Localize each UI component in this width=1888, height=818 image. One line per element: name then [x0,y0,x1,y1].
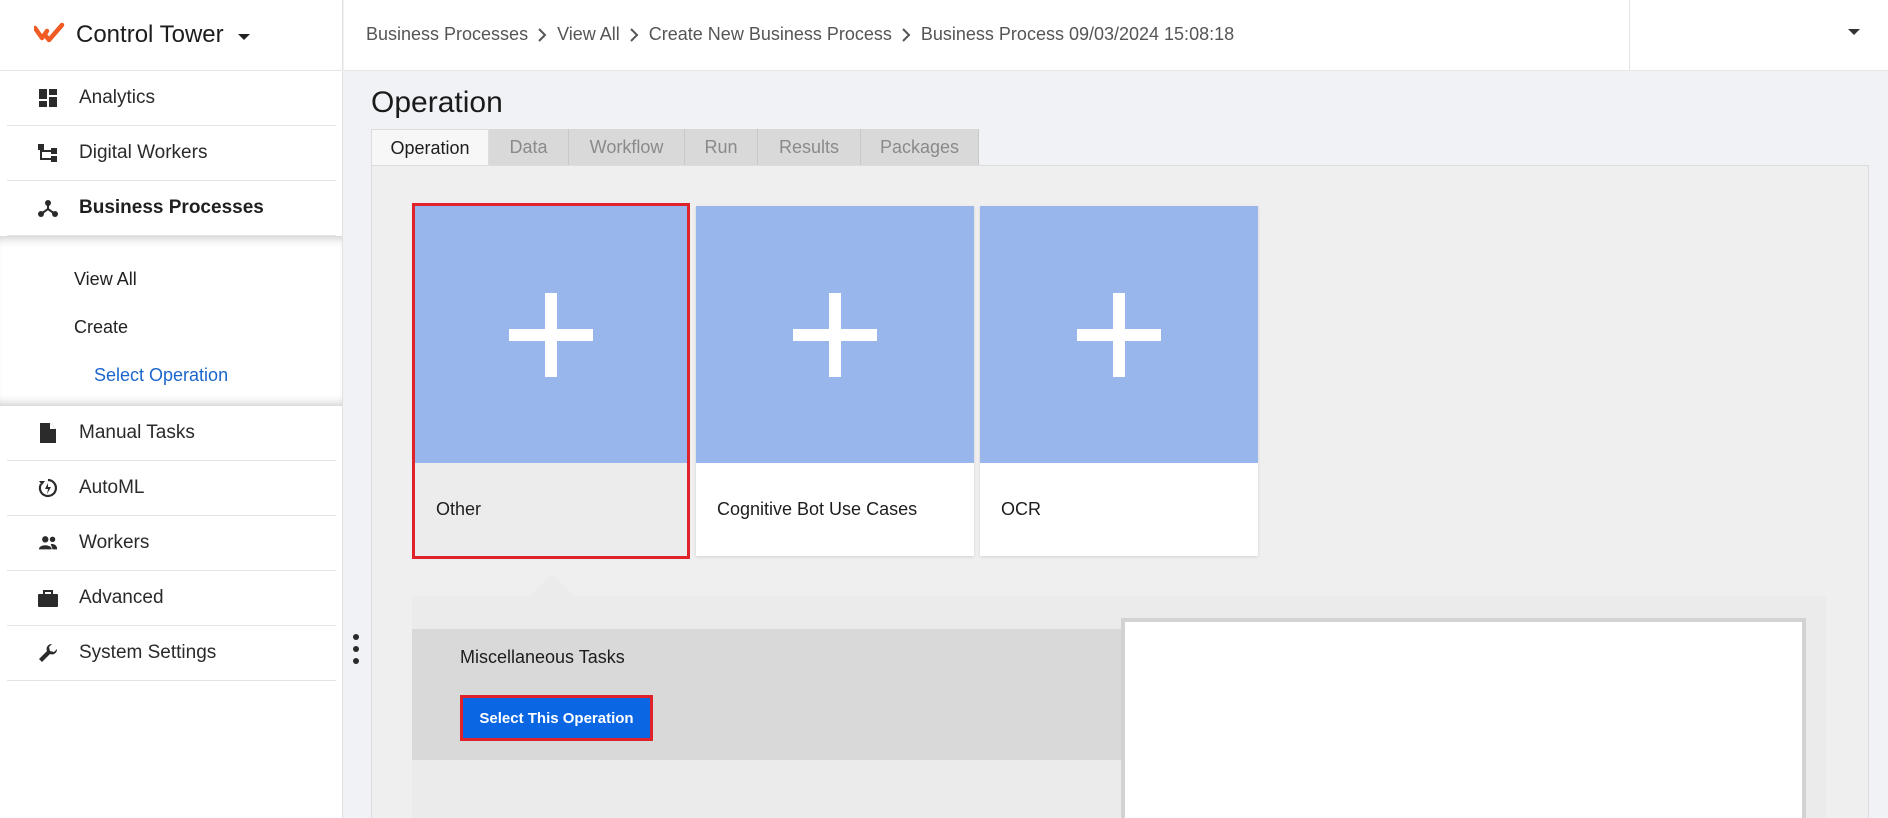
business-processes-submenu: View All Create Select Operation [0,236,342,406]
automl-icon [38,478,58,498]
chevron-right-icon [538,27,547,42]
tab-results[interactable]: Results [758,129,861,166]
tab-operation[interactable]: Operation [371,129,489,166]
submenu-select-operation[interactable]: Select Operation [94,365,228,386]
card-image [696,206,974,463]
card-image [415,206,687,463]
breadcrumb-view-all[interactable]: View All [557,24,620,45]
submenu-create[interactable]: Create [74,317,128,338]
card-image [980,206,1258,463]
sidebar-item-label: Workers [79,532,150,553]
tab-bar: Operation Data Workflow Run Results Pack… [371,129,979,166]
operation-card-other[interactable]: Other [412,203,690,559]
card-label: Cognitive Bot Use Cases [717,499,918,519]
sidebar-item-automl[interactable]: AutoML [7,461,336,516]
operation-card-ocr[interactable]: OCR [980,206,1258,556]
operation-row: Miscellaneous Tasks Select This Operatio… [412,629,1122,760]
sidebar-item-label: Digital Workers [79,142,208,163]
chevron-right-icon [630,27,639,42]
top-header: Business Processes View All Create New B… [344,0,1888,71]
sidebar-item-label: AutoML [79,477,145,498]
tab-workflow[interactable]: Workflow [569,129,685,166]
card-label: Other [415,463,687,556]
sidebar-item-digital-workers[interactable]: Digital Workers [7,126,336,181]
user-menu-caret-icon[interactable] [1848,29,1860,35]
wrench-icon [38,643,58,663]
hierarchy-icon [38,143,58,163]
caret-down-icon[interactable] [237,34,250,40]
breadcrumb: Business Processes View All Create New B… [366,24,1234,45]
breadcrumb-current: Business Process 09/03/2024 15:08:18 [920,24,1235,44]
sidebar-resize-handle[interactable] [352,634,360,664]
card-label: OCR [1001,499,1041,519]
process-icon [38,198,58,218]
sidebar-item-label: Analytics [79,87,156,108]
sidebar-item-label: Business Processes [79,197,264,218]
sidebar: Control Tower Analytics Digital Workers … [0,0,343,818]
people-icon [38,533,58,553]
breadcrumb-create-new[interactable]: Create New Business Process [649,24,892,45]
dashboard-icon [38,88,58,108]
sidebar-item-system-settings[interactable]: System Settings [7,626,336,681]
sidebar-item-workers[interactable]: Workers [7,516,336,571]
breadcrumb-business-processes[interactable]: Business Processes [366,24,528,45]
brand-header[interactable]: Control Tower [0,0,342,71]
tab-run[interactable]: Run [685,129,758,166]
detail-pointer [530,574,574,596]
operation-name: Miscellaneous Tasks [460,647,625,667]
sidebar-item-manual-tasks[interactable]: Manual Tasks [7,406,336,461]
operation-preview [1121,618,1806,818]
tab-data[interactable]: Data [489,129,569,166]
app-title: Control Tower [76,21,224,48]
sidebar-item-label: System Settings [79,642,217,663]
document-icon [38,423,58,443]
sidebar-item-analytics[interactable]: Analytics [7,71,336,126]
header-divider [1629,0,1630,71]
briefcase-icon [38,588,58,608]
sidebar-item-advanced[interactable]: Advanced [7,571,336,626]
control-tower-logo-icon [32,22,66,49]
operation-card-cognitive-bot[interactable]: Cognitive Bot Use Cases [696,206,974,556]
page-title: Operation [371,86,503,119]
chevron-right-icon [902,27,911,42]
sidebar-item-label: Manual Tasks [79,422,195,443]
select-this-operation-button[interactable]: Select This Operation [460,695,653,741]
submenu-view-all[interactable]: View All [74,269,137,290]
tab-packages[interactable]: Packages [861,129,979,166]
sidebar-item-business-processes[interactable]: Business Processes [7,181,336,236]
sidebar-item-label: Advanced [79,587,164,608]
